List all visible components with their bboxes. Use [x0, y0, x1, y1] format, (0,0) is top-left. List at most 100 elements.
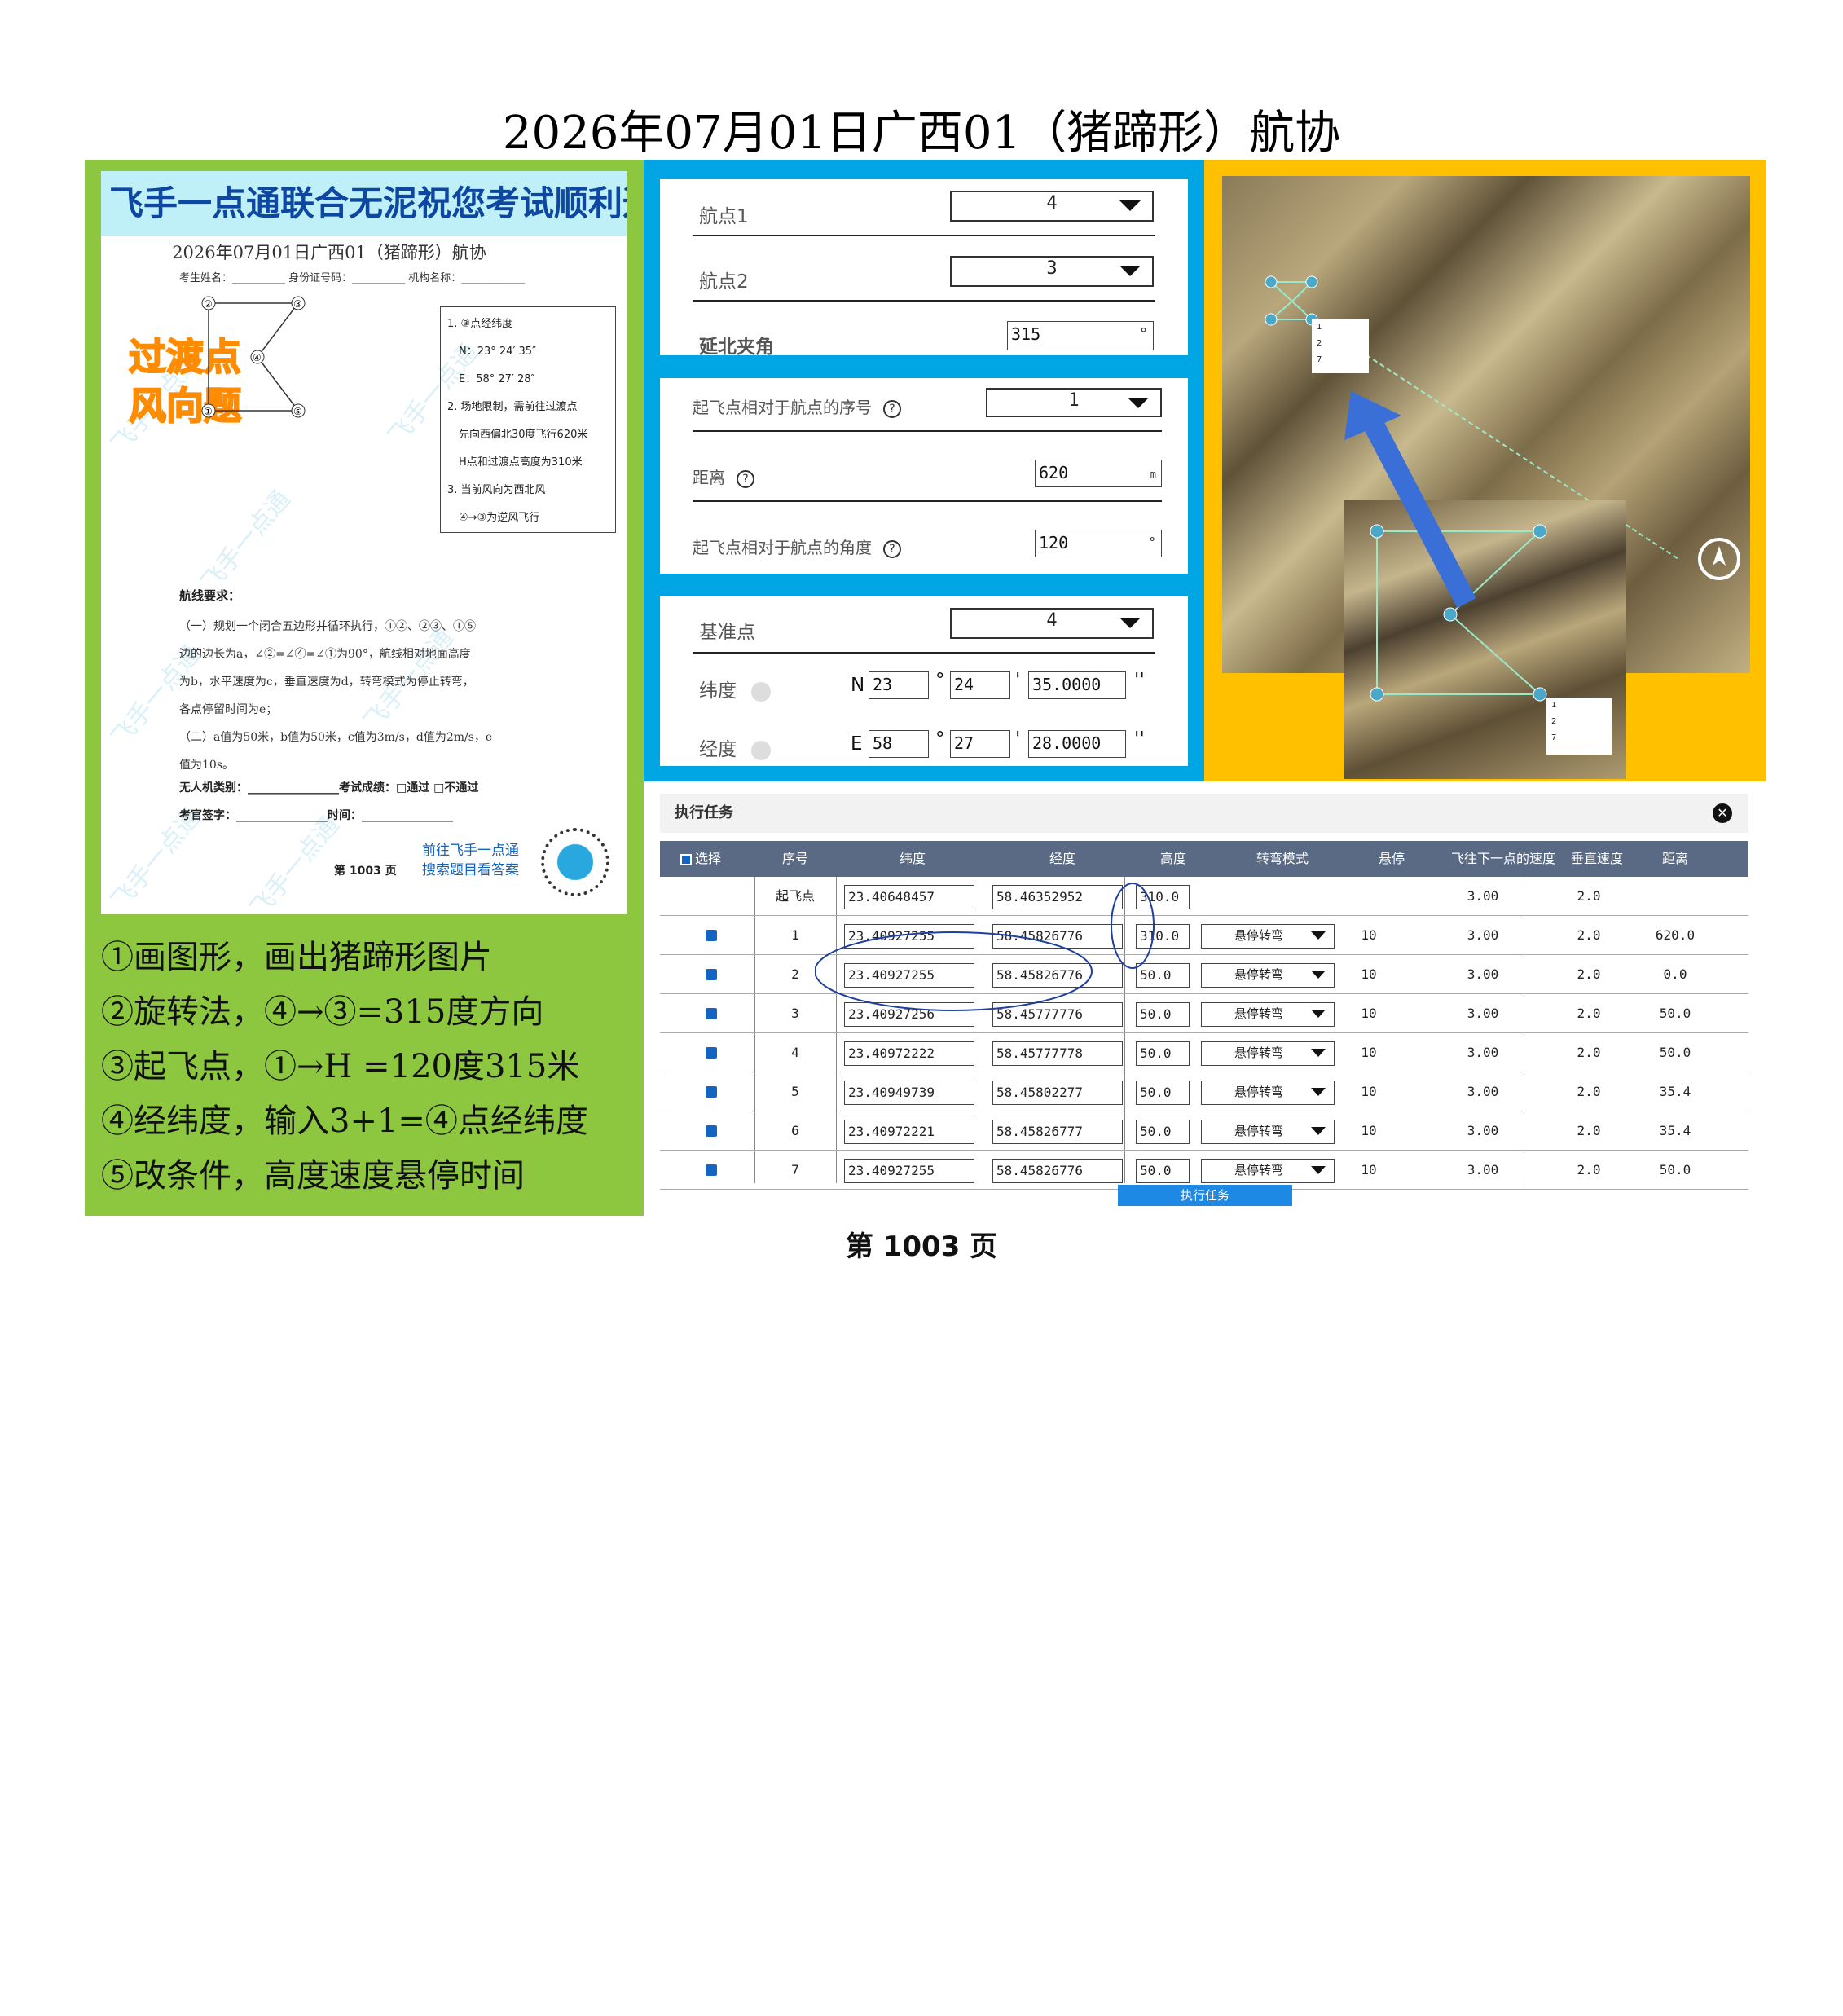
row-vspeed: 2.0 [1577, 1123, 1601, 1138]
examiner-sign: 考官签字：________________时间：________________ [179, 809, 453, 822]
help-icon[interactable]: ? [883, 399, 901, 418]
lon-input[interactable]: 58.45826776 [992, 1159, 1123, 1183]
divider [693, 500, 1162, 502]
menu-item[interactable]: 2 [1551, 714, 1612, 730]
base-point-panel: 基准点 4 纬度 N 23 ° 24 ' 35.0000 '' 经度 E 58 … [660, 596, 1188, 766]
note-line: 先向西偏北30度飞行620米 [459, 429, 588, 441]
alt-input[interactable]: 50.0 [1136, 1041, 1190, 1066]
row-vspeed: 2.0 [1577, 927, 1601, 943]
swap-icon[interactable] [751, 740, 771, 760]
lat-input[interactable]: 23.40972221 [844, 1120, 974, 1144]
row-vspeed: 2.0 [1577, 966, 1601, 982]
alt-input[interactable]: 50.0 [1136, 1120, 1190, 1144]
row-seq: 5 [791, 1084, 799, 1099]
menu-item[interactable]: 7 [1551, 730, 1612, 746]
help-icon[interactable]: ? [883, 539, 901, 558]
chevron-down-icon [1119, 618, 1141, 628]
page-title: 2026年07月01日广西01（猪蹄形）航协 [502, 107, 1341, 160]
takeoff-angle-input[interactable]: 120 ° [1035, 530, 1162, 557]
row-checkbox[interactable] [706, 930, 717, 941]
menu-item[interactable]: 7 [1317, 352, 1369, 368]
execute-task-button[interactable]: 执行任务 [1118, 1185, 1292, 1206]
row-dist: 50.0 [1659, 1045, 1691, 1060]
row-hover: 10 [1361, 1162, 1377, 1177]
chevron-down-icon [1311, 1049, 1326, 1057]
row-vspeed: 2.0 [1577, 888, 1601, 904]
route-line: 各点停留时间为e； [179, 703, 278, 716]
menu-item[interactable]: 1 [1551, 698, 1612, 714]
angle-input[interactable]: 315 ° [1007, 321, 1154, 350]
row-dist: 50.0 [1659, 1162, 1691, 1177]
chevron-down-icon [1311, 1127, 1326, 1135]
menu-item[interactable]: 2 [1317, 336, 1369, 352]
lat-input[interactable]: 23.40972222 [844, 1041, 974, 1066]
lat-input[interactable]: 23.40949739 [844, 1081, 974, 1105]
base-label: 基准点 [699, 622, 755, 643]
checkbox-icon[interactable] [680, 853, 692, 865]
turn-mode-value: 悬停转弯 [1234, 1085, 1284, 1099]
waypoint-form-panel: 航点1 4 航点2 3 延北夹角 315 ° 起飞点相对于航点的序号? 1 距离?… [644, 160, 1204, 781]
map-context-menu[interactable]: 1 2 7 [1312, 319, 1369, 373]
col-select-label: 选择 [694, 851, 721, 866]
wp1-select[interactable]: 4 [950, 191, 1154, 222]
distance-unit: m [1150, 469, 1156, 480]
base-select[interactable]: 4 [950, 608, 1154, 639]
exam-document: 飞手一点通联合无泥祝您考试顺利通过 飞手一点通 飞手一点通 飞手一点通 飞手一点… [101, 171, 627, 914]
lon-sec-input[interactable]: 28.0000 [1028, 730, 1126, 758]
turn-mode-select[interactable]: 悬停转弯 [1201, 963, 1335, 988]
lat-min-input[interactable]: 24 [950, 671, 1010, 699]
table-row: 4 23.40972222 58.45777778 50.0 悬停转弯 10 3.00 2.0… [660, 1033, 1748, 1072]
inset-context-menu[interactable]: 1 2 7 [1546, 698, 1612, 755]
task-title: 执行任务 [675, 804, 733, 821]
row-checkbox[interactable] [706, 1164, 717, 1176]
chevron-down-icon [1311, 1010, 1326, 1018]
help-icon[interactable]: ? [737, 469, 754, 488]
lon-input[interactable]: 58.45777778 [992, 1041, 1123, 1066]
lat-sec-input[interactable]: 35.0000 [1028, 671, 1126, 699]
row-checkbox[interactable] [706, 1125, 717, 1137]
rotation-panel: 航点1 4 航点2 3 延北夹角 315 ° [660, 179, 1188, 358]
task-table-header: 选择 序号 纬度 经度 高度 转弯模式 悬停 飞往下一点的速度 垂直速度 距离 [660, 841, 1748, 877]
lon-input[interactable]: 58.45802277 [992, 1081, 1123, 1105]
turn-mode-select[interactable]: 悬停转弯 [1201, 1002, 1335, 1027]
lon-input[interactable]: 58.45826777 [992, 1120, 1123, 1144]
chevron-down-icon [1311, 1166, 1326, 1174]
watermark: 飞手一点通 [244, 811, 345, 914]
takeoff-seq-select[interactable]: 1 [986, 388, 1162, 417]
turn-mode-select[interactable]: 悬停转弯 [1201, 924, 1335, 949]
lon-min-input[interactable]: 27 [950, 730, 1010, 758]
distance-input[interactable]: 620 m [1035, 460, 1162, 487]
task-header: 执行任务 ✕ [660, 794, 1748, 833]
close-icon[interactable]: ✕ [1713, 803, 1732, 823]
row-checkbox[interactable] [706, 1008, 717, 1019]
menu-item[interactable]: 1 [1317, 319, 1369, 336]
note-line: 2. 场地限制，需前往过渡点 [447, 401, 578, 413]
col-select: 选择 [676, 841, 725, 877]
col-seq: 序号 [781, 851, 808, 866]
step-line: ③起飞点，①→H =120度315米 [101, 1048, 580, 1085]
alt-input[interactable]: 50.0 [1136, 1081, 1190, 1105]
diagram-point: ① [204, 406, 213, 417]
wp2-label: 航点2 [699, 271, 749, 293]
degree-mark: ° [935, 728, 945, 750]
lat-input[interactable]: 23.40927255 [844, 1159, 974, 1183]
alt-input[interactable]: 50.0 [1136, 1159, 1190, 1183]
wp2-select[interactable]: 3 [950, 256, 1154, 287]
takeoff-angle-label: 起飞点相对于航点的角度? [693, 535, 901, 558]
turn-mode-select[interactable]: 悬停转弯 [1201, 1041, 1335, 1066]
row-checkbox[interactable] [706, 1047, 717, 1059]
diagram-point: ③ [293, 298, 302, 310]
turn-mode-select[interactable]: 悬停转弯 [1201, 1159, 1335, 1183]
row-speed: 3.00 [1467, 1162, 1499, 1177]
divider [693, 430, 1162, 432]
lon-deg-input[interactable]: 58 [869, 730, 929, 758]
lat-deg-input[interactable]: 23 [869, 671, 929, 699]
doc-subtitle: 2026年07月01日广西01（猪蹄形）航协 [172, 243, 486, 262]
row-checkbox[interactable] [706, 1086, 717, 1098]
turn-mode-select[interactable]: 悬停转弯 [1201, 1081, 1335, 1105]
turn-mode-select[interactable]: 悬停转弯 [1201, 1120, 1335, 1144]
swap-icon[interactable] [751, 681, 771, 702]
row-checkbox[interactable] [706, 969, 717, 980]
takeoff-angle-value: 120 [1039, 533, 1069, 552]
row-seq: 6 [791, 1123, 799, 1138]
